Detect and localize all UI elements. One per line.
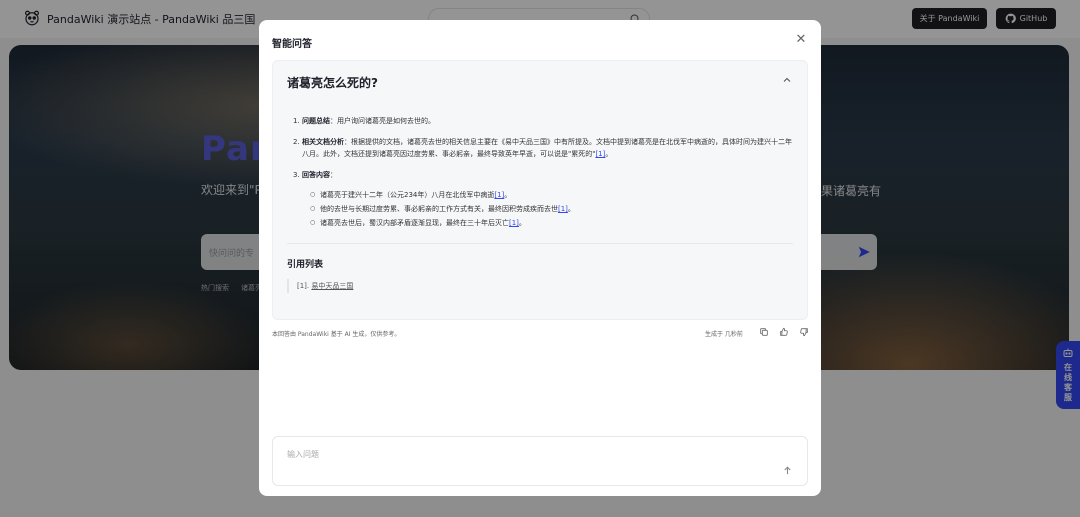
thumbs-down-icon[interactable] [799, 327, 809, 337]
divider [287, 243, 793, 244]
answer-content: 1. 问题总结：用户询问诸葛亮是如何去世的。 2. 相关文档分析：根据提供的文档… [293, 115, 793, 240]
arrow-up-icon[interactable] [782, 465, 793, 476]
citation-list-title: 引用列表 [287, 260, 324, 270]
citation-ref-link[interactable]: [1] [509, 219, 519, 227]
answer-item: 2. 相关文档分析：根据提供的文档，诸葛亮去世的相关信息主要在《易中天品三国》中… [293, 138, 792, 158]
copy-icon[interactable] [759, 327, 769, 337]
ai-disclaimer: 本回答由 PandaWiki 基于 AI 生成，仅供参考。 [272, 331, 401, 338]
answer-bullets: ○ 诸葛亮于建兴十二年（公元234年）八月在北伐军中病逝[1]。 ○ 他的去世与长期… [302, 189, 575, 229]
answer-card: 诸葛亮怎么死的? 1. 问题总结：用户询问诸葛亮是如何去世的。 2. 相关文档分… [272, 60, 808, 320]
list-item: ○ 他的去世与长期过度劳累、事必躬亲的工作方式有关，最终因积劳成疾而去世[1]。 [310, 205, 575, 213]
list-item: ○ 诸葛亮于建兴十二年（公元234年）八月在北伐军中病逝[1]。 [310, 191, 512, 199]
answer-item: 3. 回答内容： ○ 诸葛亮于建兴十二年（公元234年）八月在北伐军中病逝[1]。… [293, 171, 575, 229]
citation-ref-link[interactable]: [1] [494, 191, 504, 199]
question-text: 诸葛亮怎么死的? [287, 76, 378, 90]
citation-ref-link[interactable]: [1] [595, 150, 605, 158]
citation-item: [1]. 易中天品三国 [287, 279, 353, 293]
citation-link[interactable]: 易中天品三国 [311, 282, 353, 290]
list-item: ○ 诸葛亮去世后，蜀汉内部矛盾逐渐显现，最终在三十年后灭亡[1]。 [310, 219, 526, 227]
question-input-placeholder: 输入问题 [287, 450, 319, 459]
citation-ref-link[interactable]: [1] [558, 205, 568, 213]
chevron-up-icon[interactable] [781, 74, 793, 86]
dialog-title: 智能问答 [272, 39, 312, 50]
generated-time: 生成于 几秒前 [705, 331, 743, 338]
ai-qa-dialog: 智能问答 ✕ 诸葛亮怎么死的? 1. 问题总结：用户询问诸葛亮是如何去世的。 2… [259, 20, 821, 496]
close-icon[interactable]: ✕ [794, 33, 808, 47]
question-input[interactable]: 输入问题 [272, 436, 808, 486]
answer-item: 1. 问题总结：用户询问诸葛亮是如何去世的。 [293, 117, 435, 125]
thumbs-up-icon[interactable] [779, 327, 789, 337]
